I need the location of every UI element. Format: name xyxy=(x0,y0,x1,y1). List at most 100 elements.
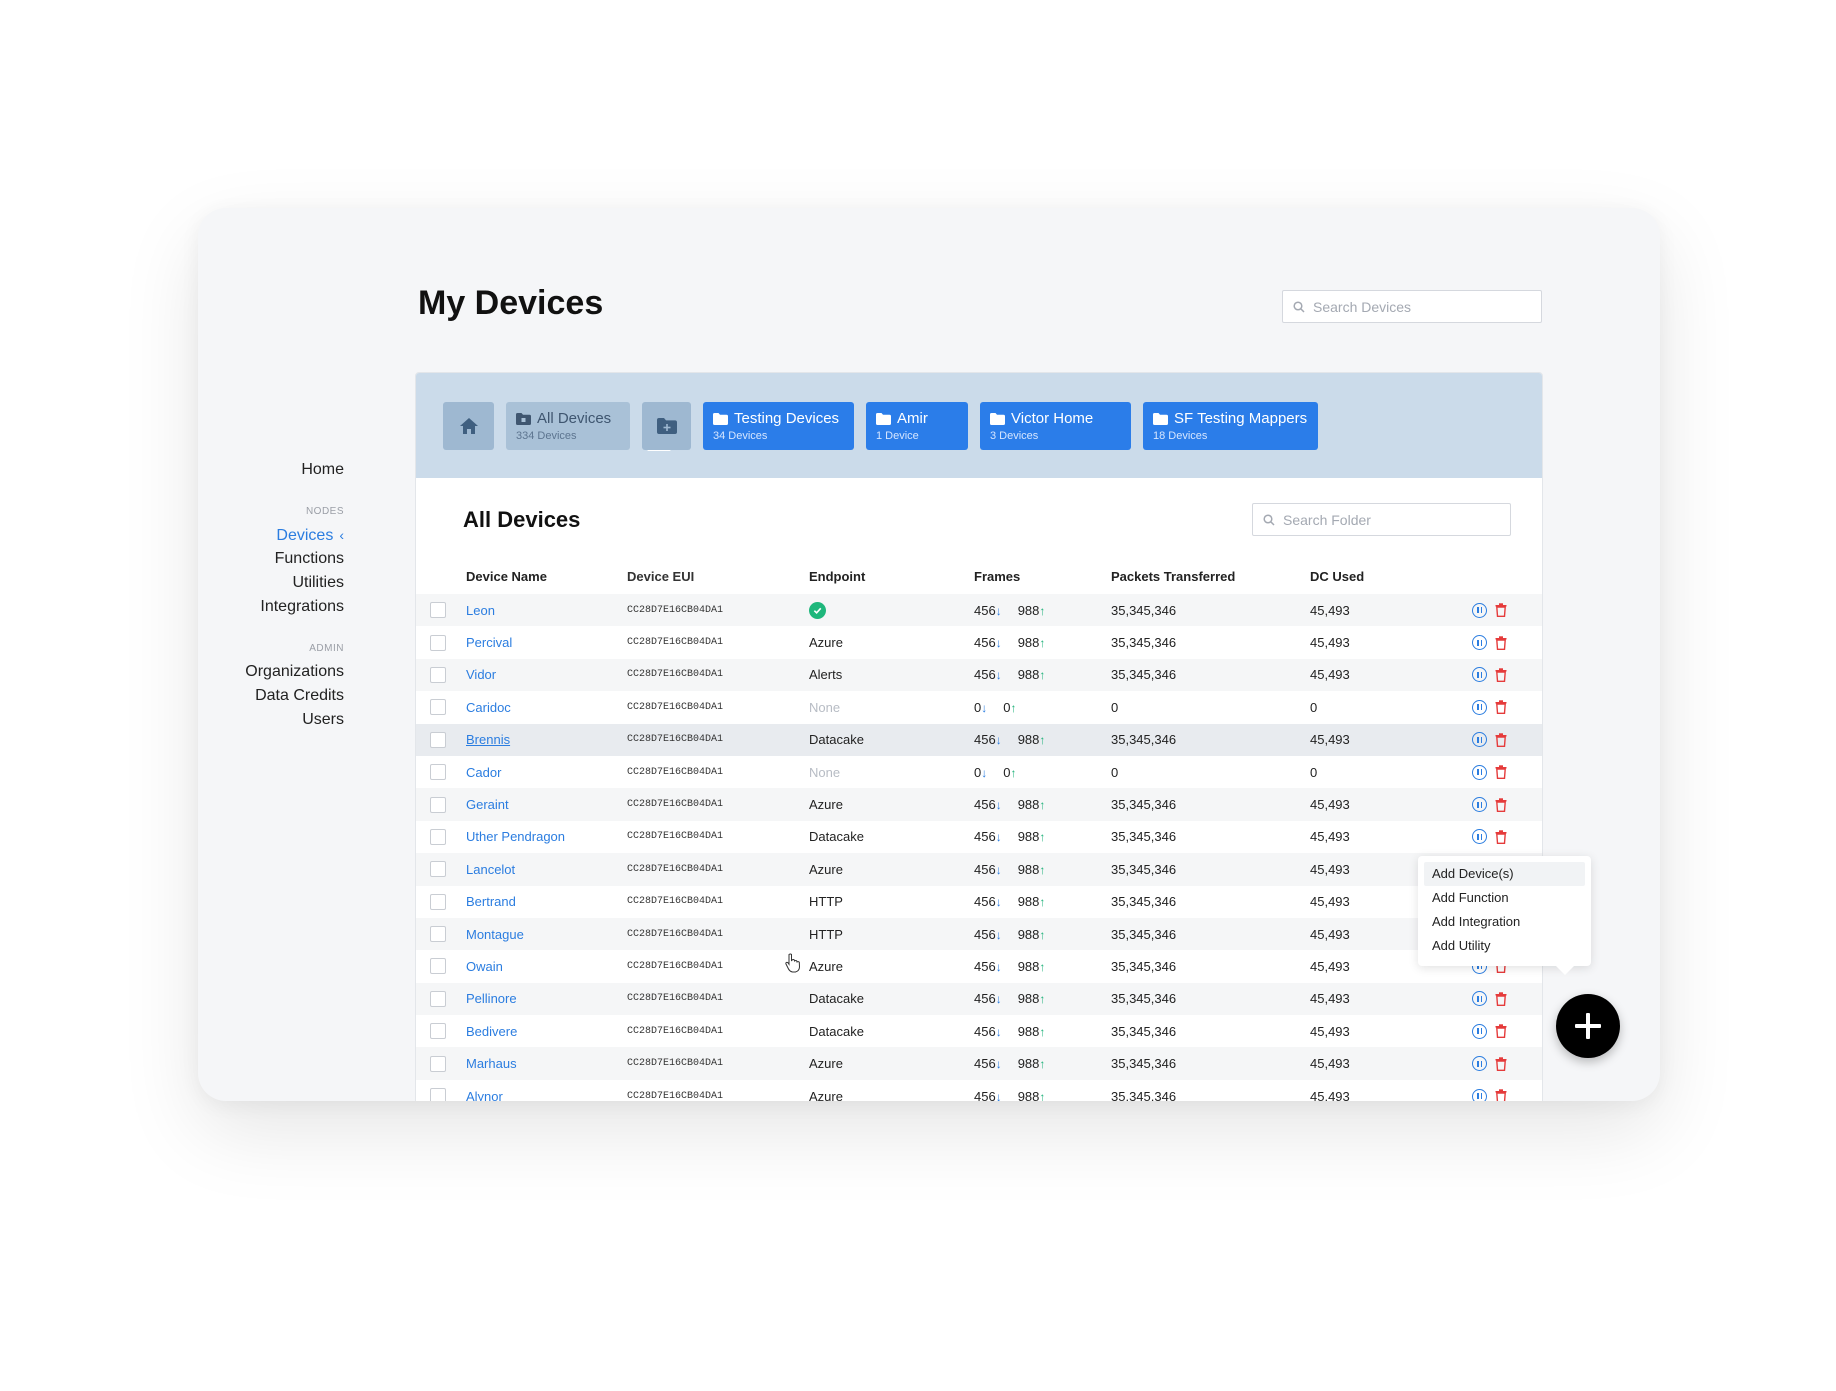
table-row[interactable]: Percival CC28D7E16CB04DA1 Azure 456↓ 988↑ 35,… xyxy=(416,626,1542,658)
table-row[interactable]: Bertrand CC28D7E16CB04DA1 HTTP 456↓ 988↑ 35,3… xyxy=(416,886,1542,918)
folder-victor-home[interactable]: Victor Home 3 Devices xyxy=(980,401,1131,450)
add-utility-menu-item[interactable]: Add Utility xyxy=(1424,934,1585,958)
pause-icon[interactable] xyxy=(1472,732,1487,748)
device-name-link[interactable]: Brennis xyxy=(466,732,510,747)
pause-icon[interactable] xyxy=(1472,797,1487,813)
device-name-link[interactable]: Leon xyxy=(466,603,495,618)
pause-icon[interactable] xyxy=(1472,829,1487,845)
device-name-link[interactable]: Geraint xyxy=(466,797,509,812)
pause-icon[interactable] xyxy=(1472,764,1487,780)
sidebar-item-integrations[interactable]: Integrations xyxy=(198,595,344,619)
table-row[interactable]: Bedivere CC28D7E16CB04DA1 Datacake 456↓ 988↑… xyxy=(416,1015,1542,1047)
trash-icon[interactable] xyxy=(1495,1056,1507,1071)
row-checkbox[interactable] xyxy=(430,796,446,813)
folder-search-input[interactable] xyxy=(1283,511,1510,528)
folder-sf-testing-mappers[interactable]: SF Testing Mappers 18 Devices xyxy=(1143,401,1318,450)
device-name-link[interactable]: Percival xyxy=(466,635,512,650)
table-row[interactable]: Leon CC28D7E16CB04DA1 456↓ 988↑ 35,345,346 45… xyxy=(416,594,1542,627)
trash-icon[interactable] xyxy=(1495,1089,1507,1101)
table-row[interactable]: Caridoc CC28D7E16CB04DA1 None 0↓ 0↑ 0 0 xyxy=(416,691,1542,723)
sidebar-item-data-credits[interactable]: Data Credits xyxy=(198,684,344,708)
pause-icon[interactable] xyxy=(1472,699,1487,715)
sidebar-item-devices[interactable]: Devices ‹ xyxy=(198,523,344,547)
device-search-input[interactable] xyxy=(1313,298,1541,315)
table-row[interactable]: Vidor CC28D7E16CB04DA1 Alerts 456↓ 988↑ 35,34… xyxy=(416,658,1542,692)
column-header-dc-used[interactable]: DC Used xyxy=(1310,558,1460,594)
column-header-packets[interactable]: Packets Transferred xyxy=(1111,558,1310,594)
row-checkbox[interactable] xyxy=(430,958,446,975)
trash-icon[interactable] xyxy=(1495,830,1507,844)
table-row[interactable]: Pellinore CC28D7E16CB04DA1 Datacake 456↓ 988… xyxy=(416,982,1542,1016)
row-checkbox[interactable] xyxy=(430,699,446,716)
trash-icon[interactable] xyxy=(1495,603,1507,618)
table-row[interactable]: Lancelot CC28D7E16CB04DA1 Azure 456↓ 988↑ 35,… xyxy=(416,853,1542,886)
pause-icon[interactable] xyxy=(1472,667,1487,683)
row-checkbox[interactable] xyxy=(430,1088,446,1101)
row-checkbox[interactable] xyxy=(430,828,446,845)
sidebar-item-organizations[interactable]: Organizations xyxy=(198,660,344,684)
add-fab-button[interactable] xyxy=(1556,994,1620,1058)
home-folder-button[interactable] xyxy=(443,401,494,450)
trash-icon[interactable] xyxy=(1495,992,1507,1006)
column-header-endpoint[interactable]: Endpoint xyxy=(809,558,974,594)
table-row[interactable]: Cador CC28D7E16CB04DA1 None 0↓ 0↑ 0 0 xyxy=(416,756,1542,788)
device-name-link[interactable]: Caridoc xyxy=(466,700,511,715)
device-name-link[interactable]: Lancelot xyxy=(466,862,515,877)
trash-icon[interactable] xyxy=(1495,700,1507,715)
row-checkbox[interactable] xyxy=(430,893,446,910)
device-search-box[interactable] xyxy=(1282,290,1542,323)
row-checkbox[interactable] xyxy=(430,634,446,651)
sidebar-item-home[interactable]: Home xyxy=(198,458,344,482)
trash-icon[interactable] xyxy=(1495,635,1507,650)
device-name-link[interactable]: Montague xyxy=(466,927,524,942)
device-name-link[interactable]: Bertrand xyxy=(466,894,516,909)
row-checkbox[interactable] xyxy=(430,602,446,619)
folder-testing-devices[interactable]: Testing Devices 34 Devices xyxy=(703,401,854,450)
device-name-link[interactable]: Bedivere xyxy=(466,1024,517,1039)
device-name-link[interactable]: Cador xyxy=(466,765,501,780)
table-row[interactable]: Brennis CC28D7E16CB04DA1 Datacake 456↓ 988↑ 3… xyxy=(416,723,1542,756)
pause-icon[interactable] xyxy=(1472,1023,1487,1039)
table-row[interactable]: Marhaus CC28D7E16CB04DA1 Azure 456↓ 988↑ 35,3… xyxy=(416,1047,1542,1080)
row-checkbox[interactable] xyxy=(430,990,446,1007)
add-device-menu-item[interactable]: Add Device(s) xyxy=(1424,862,1585,886)
folder-search-box[interactable] xyxy=(1252,503,1511,536)
pause-icon[interactable] xyxy=(1472,635,1487,651)
trash-icon[interactable] xyxy=(1495,765,1507,780)
table-row[interactable]: Owain CC28D7E16CB04DA1 Azure 456↓ 988↑ 35,345… xyxy=(416,950,1542,982)
device-name-link[interactable]: Uther Pendragon xyxy=(466,829,565,844)
device-name-link[interactable]: Alynor xyxy=(466,1089,503,1101)
row-checkbox[interactable] xyxy=(430,1023,446,1040)
trash-icon[interactable] xyxy=(1495,797,1507,812)
table-row[interactable]: Geraint CC28D7E16CB04DA1 Azure 456↓ 988↑ 35,3… xyxy=(416,788,1542,821)
column-header-device-eui[interactable]: Device EUI xyxy=(627,558,809,594)
add-folder-button[interactable] xyxy=(642,401,691,450)
sidebar-item-users[interactable]: Users xyxy=(198,708,344,732)
device-name-link[interactable]: Marhaus xyxy=(466,1056,517,1071)
add-integration-menu-item[interactable]: Add Integration xyxy=(1424,910,1585,934)
trash-icon[interactable] xyxy=(1495,1024,1507,1039)
trash-icon[interactable] xyxy=(1495,733,1507,747)
device-name-link[interactable]: Owain xyxy=(466,959,503,974)
column-header-device-name[interactable]: Device Name xyxy=(466,558,627,594)
table-row[interactable]: Uther Pendragon CC28D7E16CB04DA1 Datacake 4… xyxy=(416,821,1542,853)
folder-amir[interactable]: Amir 1 Device xyxy=(866,401,968,450)
folder-all-devices[interactable]: All Devices 334 Devices xyxy=(506,401,671,451)
sidebar-item-functions[interactable]: Functions xyxy=(198,547,344,571)
pause-icon[interactable] xyxy=(1472,602,1487,618)
pause-icon[interactable] xyxy=(1472,991,1487,1007)
row-checkbox[interactable] xyxy=(430,731,446,748)
device-name-link[interactable]: Vidor xyxy=(466,667,496,682)
row-checkbox[interactable] xyxy=(430,861,446,878)
row-checkbox[interactable] xyxy=(430,666,446,683)
trash-icon[interactable] xyxy=(1495,668,1507,682)
add-function-menu-item[interactable]: Add Function xyxy=(1424,886,1585,910)
table-row[interactable]: Montague CC28D7E16CB04DA1 HTTP 456↓ 988↑ 35,3… xyxy=(416,917,1542,951)
table-row[interactable]: Alynor CC28D7E16CB04DA1 Azure 456↓ 988↑ 35,34… xyxy=(416,1080,1542,1101)
pause-icon[interactable] xyxy=(1472,1056,1487,1072)
row-checkbox[interactable] xyxy=(430,926,446,943)
device-name-link[interactable]: Pellinore xyxy=(466,991,517,1006)
pause-icon[interactable] xyxy=(1472,1088,1487,1101)
row-checkbox[interactable] xyxy=(430,764,446,781)
column-header-frames[interactable]: Frames xyxy=(974,558,1111,594)
